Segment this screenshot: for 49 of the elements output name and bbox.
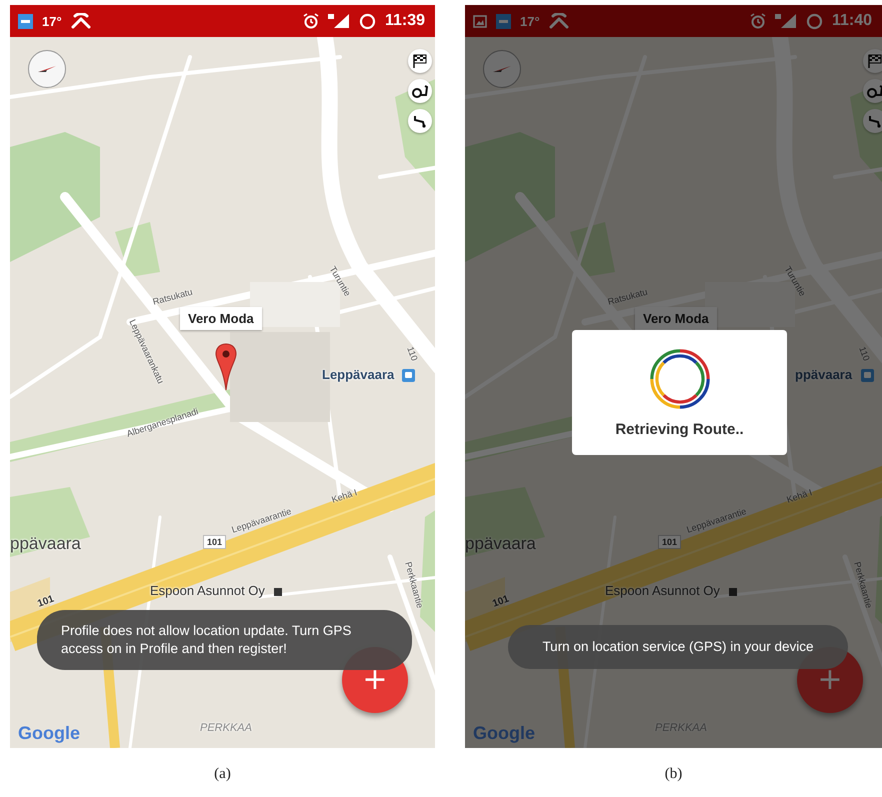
place-label: ppävaara — [465, 534, 536, 554]
dialog-message: Retrieving Route.. — [615, 421, 744, 438]
toast-message: Profile does not allow location update. Turn GPS access on in Profile and then register! — [37, 610, 412, 670]
street-label: Kehä I — [785, 487, 814, 505]
train-station-icon — [402, 369, 415, 382]
street-label: Kehä I — [330, 487, 358, 505]
logo-text: Google — [18, 723, 80, 744]
signal-icon — [774, 13, 797, 29]
loading-spinner-icon — [648, 347, 712, 411]
street-label: 110 — [857, 345, 872, 362]
station-label: ppävaara — [795, 367, 852, 382]
ring-icon — [806, 12, 823, 30]
toast-message: Turn on location service (GPS) in your device — [508, 625, 848, 670]
figure-caption: (b) — [664, 766, 684, 783]
checkered-flag-icon — [412, 53, 428, 69]
compass-needle-icon — [37, 64, 57, 74]
alarm-clock-icon — [750, 13, 766, 29]
app-icon — [18, 14, 33, 28]
place-label: ppävaara — [10, 534, 81, 554]
clock-time: 11:39 — [384, 12, 425, 30]
signal-icon — [328, 13, 350, 29]
street-label: Ratsukatu — [606, 286, 648, 307]
station-label: Leppävaara — [322, 367, 394, 382]
app-icon — [496, 14, 511, 28]
route-icon — [413, 114, 427, 128]
road-number-sign: 101 — [658, 535, 682, 549]
temperature-text: 17° — [520, 14, 540, 28]
route-icon — [868, 114, 882, 128]
map-pin-icon[interactable] — [215, 343, 237, 391]
street-label: Ratsukatu — [152, 286, 194, 307]
ring-icon — [358, 12, 376, 30]
place-callout[interactable]: Vero Moda — [635, 307, 717, 330]
train-station-icon — [861, 369, 874, 382]
street-label: 110 — [405, 345, 420, 362]
logo-text: Google — [473, 723, 535, 744]
compass-needle-icon — [492, 64, 512, 74]
poi-label: Espoon Asunnot Oy — [605, 583, 720, 598]
poi-square-icon — [729, 588, 737, 596]
clock-time: 11:40 — [832, 12, 872, 30]
place-callout[interactable]: Vero Moda — [180, 307, 262, 330]
temperature-text: 17° — [42, 14, 62, 28]
figure-caption: (a) — [213, 766, 232, 783]
checkered-flag-icon — [867, 53, 882, 69]
road-number-label: 101 — [491, 594, 511, 610]
road-number-label: 101 — [36, 594, 56, 610]
poi-square-icon — [274, 588, 282, 596]
district-label: PERKKAA — [200, 722, 252, 734]
road-number-sign: 101 — [203, 535, 226, 549]
alarm-clock-icon — [302, 13, 319, 29]
